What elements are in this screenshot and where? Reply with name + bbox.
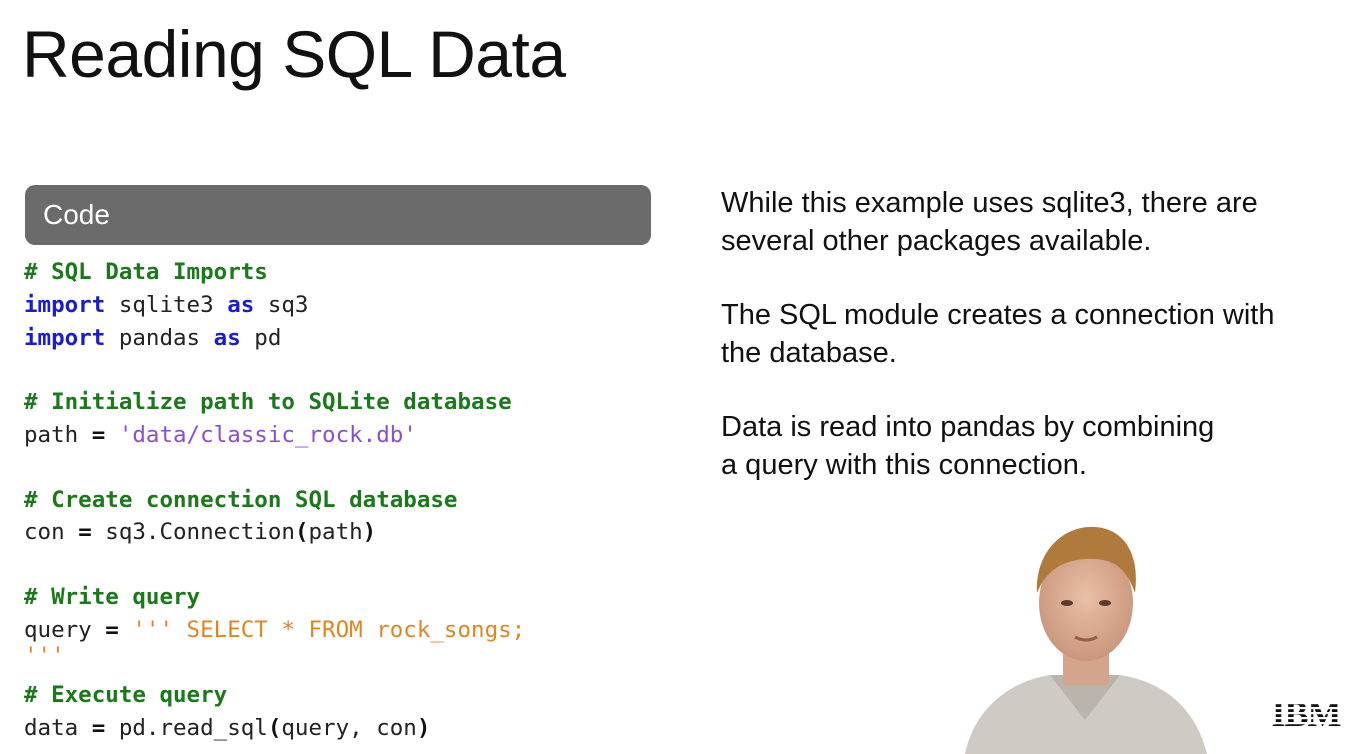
code-text: path xyxy=(24,422,92,448)
code-line: import pandas as pd xyxy=(24,322,281,354)
code-text: sq3.Connection xyxy=(91,519,295,545)
code-comment: # Write query xyxy=(24,584,201,610)
code-text: data xyxy=(24,715,92,741)
code-text: pd xyxy=(240,325,282,351)
code-header: Code xyxy=(25,185,651,245)
code-operator: = xyxy=(105,617,119,643)
code-text: path xyxy=(308,519,363,545)
code-keyword: as xyxy=(213,325,241,351)
note-line: While this example uses sqlite3, there a… xyxy=(721,187,1258,219)
note-paragraph: The SQL module creates a connection with… xyxy=(721,296,1341,372)
code-keyword: as xyxy=(227,292,255,318)
note-paragraph: Data is read into pandas by combining a … xyxy=(721,408,1341,484)
code-line: # Create connection SQL database xyxy=(24,484,457,516)
code-line: path = 'data/classic_rock.db' xyxy=(24,419,417,451)
code-text: con xyxy=(24,519,79,545)
code-operator: = xyxy=(78,519,92,545)
explanation-notes: While this example uses sqlite3, there a… xyxy=(721,184,1341,520)
code-comment: # SQL Data Imports xyxy=(24,259,268,285)
code-string: ''' xyxy=(24,643,65,669)
note-line: a query with this connection. xyxy=(721,449,1087,481)
code-line: # Execute query xyxy=(24,679,227,711)
code-text: pandas xyxy=(105,325,214,351)
note-paragraph: While this example uses sqlite3, there a… xyxy=(721,184,1341,260)
code-text: sqlite3 xyxy=(105,292,228,318)
code-line: data = pd.read_sql(query, con) xyxy=(24,712,430,744)
code-keyword: import xyxy=(24,292,106,318)
code-line: # Write query xyxy=(24,581,200,613)
code-operator: = xyxy=(91,715,106,741)
code-string: ''' SELECT * FROM rock_songs; xyxy=(118,617,526,643)
code-string: 'data/classic_rock.db' xyxy=(105,422,417,448)
code-operator: = xyxy=(91,422,106,448)
code-line: import sqlite3 as sq3 xyxy=(24,289,308,321)
code-line: con = sq3.Connection(path) xyxy=(24,516,376,548)
code-paren: ) xyxy=(362,519,377,545)
presenter-illustration xyxy=(965,526,1207,754)
code-text: pd.read_sql xyxy=(105,715,268,741)
note-line: Data is read into pandas by combining xyxy=(721,411,1215,443)
code-text: sq3 xyxy=(254,292,309,318)
code-keyword: import xyxy=(24,325,106,351)
code-comment: # Create connection SQL database xyxy=(24,487,458,513)
code-paren: ) xyxy=(416,715,431,741)
code-block: # SQL Data Imports import sqlite3 as sq3… xyxy=(24,256,664,741)
presenter-video xyxy=(955,515,1215,754)
code-paren: ( xyxy=(267,715,282,741)
note-line: several other packages available. xyxy=(721,225,1152,257)
slide-title: Reading SQL Data xyxy=(22,17,566,91)
code-line: # Initialize path to SQLite database xyxy=(24,386,512,418)
code-paren: ( xyxy=(294,519,309,545)
code-comment: # Execute query xyxy=(24,682,228,708)
code-text: query, con xyxy=(281,715,417,741)
code-header-label: Code xyxy=(43,199,110,230)
note-line: the database. xyxy=(721,337,897,369)
code-line: query = ''' SELECT * FROM rock_songs; xyxy=(24,614,525,646)
code-comment: # Initialize path to SQLite database xyxy=(24,389,512,415)
code-line: ''' xyxy=(24,640,65,672)
note-line: The SQL module creates a connection with xyxy=(721,299,1275,331)
code-line: # SQL Data Imports xyxy=(24,256,268,288)
ibm-logo: IBM xyxy=(1265,696,1347,732)
